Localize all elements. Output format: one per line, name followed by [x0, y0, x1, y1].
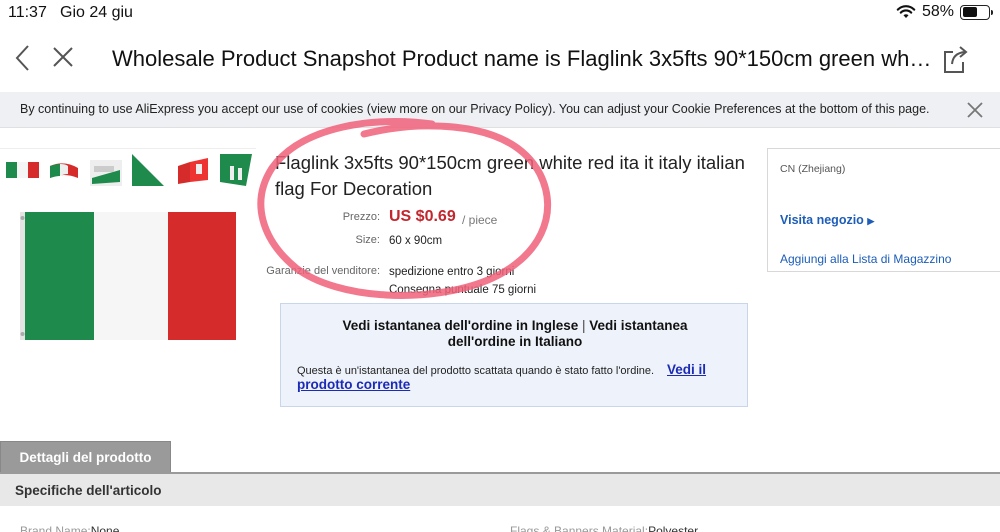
page-title: Wholesale Product Snapshot Product name … — [112, 46, 932, 71]
status-time: 11:37 — [8, 4, 47, 21]
snapshot-english-link[interactable]: Vedi istantanea dell'ordine in Inglese — [342, 318, 578, 333]
nav-bar: Wholesale Product Snapshot Product name … — [0, 30, 1000, 88]
spec-material-label: Flags & Banners Material: — [510, 524, 649, 532]
thumbnail-flag-5[interactable] — [174, 152, 210, 188]
seller-location: CN (Zhejiang) — [780, 163, 846, 175]
thumbnail-flag-2[interactable] — [46, 152, 82, 188]
thumbnail-flag-1[interactable] — [4, 152, 40, 188]
product-main-image[interactable] — [20, 210, 238, 344]
add-to-wishlist-link[interactable]: Aggiungi alla Lista di Magazzino — [780, 252, 951, 266]
status-right: 58% — [896, 3, 993, 21]
triangle-right-icon: ▶ — [867, 216, 875, 226]
tab-product-details[interactable]: Dettagli del prodotto — [0, 441, 171, 473]
red-circle-annotation — [257, 117, 552, 299]
spec-material-value: Polyester — [648, 524, 699, 532]
visit-store-link[interactable]: Visita negozio ▶ — [780, 213, 874, 227]
spec-brand: Brand Name:None — [20, 524, 119, 532]
thumbnail-strip — [0, 152, 260, 194]
spec-brand-label: Brand Name: — [20, 524, 91, 532]
share-icon[interactable] — [942, 44, 970, 74]
status-date: Gio 24 giu — [60, 4, 133, 21]
back-icon[interactable] — [12, 43, 34, 73]
wifi-icon — [896, 5, 916, 18]
status-bar: 11:37 Gio 24 giu 58% — [0, 0, 1000, 28]
visit-store-label: Visita negozio — [780, 213, 864, 227]
specs-header: Specifiche dell'articolo — [0, 474, 1000, 506]
current-product-link-1[interactable]: Vedi il — [667, 362, 706, 377]
snapshot-separator: | — [581, 318, 586, 333]
spec-brand-value: None — [90, 524, 120, 532]
spec-material: Flags & Banners Material:Polyester — [510, 524, 698, 532]
snapshot-box: Vedi istantanea dell'ordine in Inglese |… — [280, 303, 748, 407]
current-product-link-2[interactable]: prodotto corrente — [297, 377, 410, 392]
cookie-close-icon[interactable] — [966, 101, 984, 119]
snapshot-italian-link-1[interactable]: Vedi istantanea — [589, 318, 687, 333]
snapshot-language-links: Vedi istantanea dell'ordine in Inglese |… — [281, 318, 749, 350]
specs-title: Specifiche dell'articolo — [15, 483, 162, 498]
snapshot-italian-link-2[interactable]: dell'ordine in Italiano — [448, 334, 582, 349]
battery-percent: 58% — [921, 3, 954, 20]
thumbnail-flag-6[interactable] — [218, 152, 254, 188]
close-icon[interactable] — [52, 46, 74, 68]
thumbnail-flag-4[interactable] — [130, 152, 166, 188]
gallery-divider — [0, 148, 256, 149]
snapshot-note: Questa è un'istantanea del prodotto scat… — [297, 365, 655, 377]
thumbnail-flag-3[interactable] — [88, 152, 124, 188]
battery-icon — [960, 4, 993, 20]
seller-box: CN (Zhejiang) Visita negozio ▶ Aggiungi … — [767, 148, 1000, 272]
